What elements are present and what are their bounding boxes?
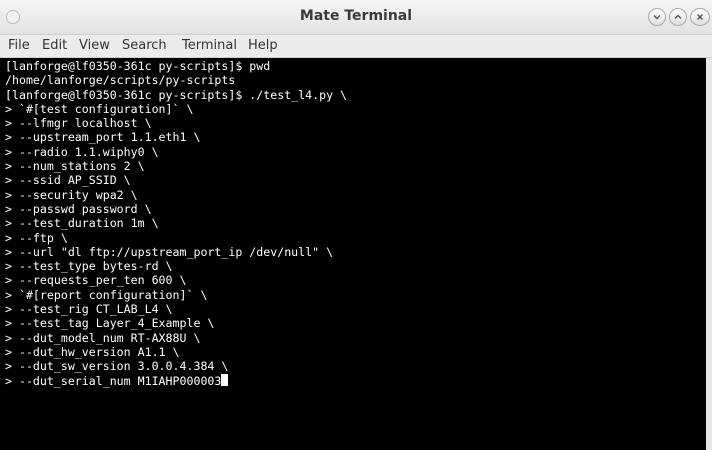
terminal-line: > `#[report configuration]` \ [5, 287, 208, 302]
terminal-current-input: > --dut_serial_num M1IAHP000003 [5, 373, 222, 388]
terminal-line: > --passwd password \ [5, 201, 152, 216]
terminal-line: > --ftp \ [5, 230, 68, 245]
terminal-line: > --num_stations 2 \ [5, 159, 145, 174]
menu-terminal[interactable]: Terminal [182, 38, 237, 53]
terminal-line: > --radio 1.1.wiphy0 \ [5, 144, 159, 159]
terminal-line: > --lfmgr localhost \ [5, 116, 152, 131]
terminal-line: > --ssid AP_SSID \ [5, 173, 131, 188]
minimize-button[interactable] [648, 8, 666, 26]
terminal-line: [lanforge@lf0350-361c py-scripts]$ ./tes… [5, 87, 348, 102]
terminal-prompt-line: > --dut_serial_num M1IAHP000003 [5, 373, 706, 388]
window-title: Mate Terminal [299, 8, 413, 24]
menu-help[interactable]: Help [248, 38, 278, 53]
terminal-output[interactable]: [lanforge@lf0350-361c py-scripts]$ pwd /… [0, 58, 706, 450]
chevron-down-icon [653, 15, 661, 20]
menu-file[interactable]: File [8, 38, 30, 53]
terminal-line: /home/lanforge/scripts/py-scripts [5, 73, 236, 88]
menu-bar: File Edit View Search Terminal Help [0, 35, 712, 58]
terminal-line: [lanforge@lf0350-361c py-scripts]$ pwd [5, 59, 271, 73]
terminal-line: > --requests_per_ten 600 \ [5, 273, 187, 288]
menu-edit[interactable]: Edit [42, 38, 67, 53]
menu-view[interactable]: View [79, 38, 110, 53]
text-cursor [221, 373, 229, 386]
menu-search[interactable]: Search [122, 38, 167, 53]
terminal-line: > --dut_hw_version A1.1 \ [5, 344, 180, 359]
title-bar[interactable]: Mate Terminal [0, 0, 712, 35]
terminal-line: > `#[test configuration]` \ [5, 101, 194, 116]
terminal-line: > --url "dl ftp://upstream_port_ip /dev/… [5, 244, 334, 259]
terminal-line: > --test_duration 1m \ [5, 216, 159, 231]
terminal-line: > --test_type bytes-rd \ [5, 259, 173, 274]
terminal-line: > --security wpa2 \ [5, 187, 138, 202]
scrollbar[interactable] [706, 58, 712, 450]
terminal-window: Mate Terminal File Edit View Search Term… [0, 0, 712, 450]
maximize-button[interactable] [669, 8, 687, 26]
close-button[interactable] [690, 8, 710, 26]
terminal-line: > --dut_model_num RT-AX88U \ [5, 330, 201, 345]
terminal-line: > --test_tag Layer_4_Example \ [5, 316, 215, 331]
chevron-up-icon [674, 14, 682, 19]
terminal-line: > --upstream_port 1.1.eth1 \ [5, 130, 201, 145]
terminal-line: > --test_rig CT_LAB_L4 \ [5, 302, 173, 317]
close-icon [697, 14, 703, 20]
terminal-line: > --dut_sw_version 3.0.0.4.384 \ [5, 359, 229, 374]
